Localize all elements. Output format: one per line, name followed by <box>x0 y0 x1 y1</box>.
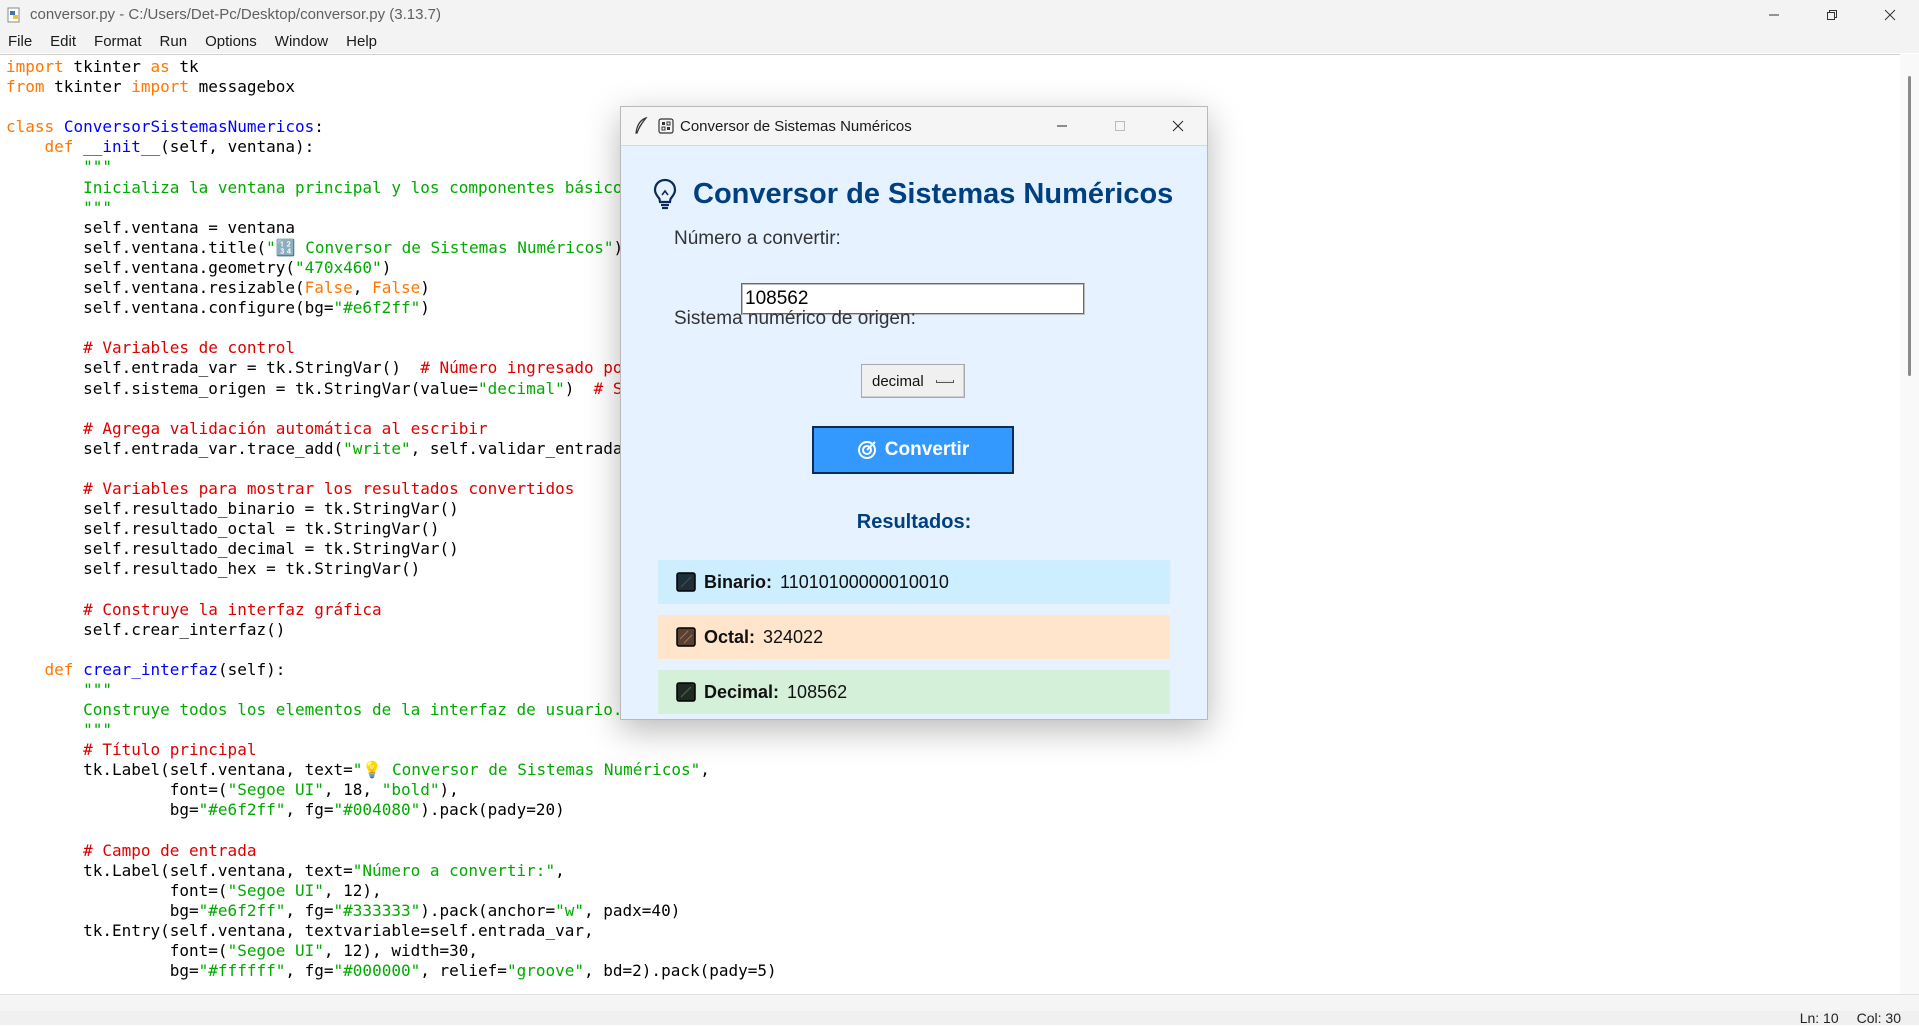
python-file-icon <box>7 7 20 22</box>
vertical-scrollbar[interactable] <box>1900 54 1919 994</box>
code-line[interactable]: from tkinter import messagebox <box>6 77 1900 97</box>
status-col: Col: 30 <box>1856 1010 1901 1026</box>
converter-window-title: Conversor de Sistemas Numéricos <box>680 117 912 135</box>
close-icon <box>1172 120 1184 132</box>
close-icon <box>1884 9 1896 20</box>
code-line[interactable]: tk.Label(self.ventana, text="Número a co… <box>6 861 1900 881</box>
result-octal-row: Octal: 324022 <box>658 615 1170 659</box>
menu-window[interactable]: Window <box>266 33 337 50</box>
scrollbar-thumb[interactable] <box>1908 76 1911 376</box>
code-line[interactable]: bg="#e6f2ff", fg="#004080").pack(pady=20… <box>6 800 1900 820</box>
menu-run[interactable]: Run <box>151 33 197 50</box>
code-line[interactable]: import tkinter as tk <box>6 57 1900 77</box>
code-line[interactable]: # Título principal <box>6 740 1900 760</box>
code-line[interactable] <box>6 821 1900 841</box>
abacus-icon <box>658 118 674 134</box>
minimize-button[interactable] <box>1745 0 1803 29</box>
converter-maximize-button <box>1091 107 1149 145</box>
result-decimal-value: 108562 <box>787 681 848 702</box>
lightbulb-icon <box>653 178 677 210</box>
code-line[interactable]: font=("Segoe UI", 18, "bold"), <box>6 780 1900 800</box>
status-bar: Ln: 10 Col: 30 <box>0 1010 1919 1026</box>
restore-icon <box>1827 9 1837 20</box>
binary-square-icon <box>676 572 696 592</box>
origin-system-select[interactable]: decimal <box>861 364 965 398</box>
menu-file[interactable]: File <box>0 33 41 50</box>
horizontal-scrollbar[interactable] <box>0 994 1919 1012</box>
option-indicator-icon <box>936 380 954 383</box>
code-line[interactable]: """ <box>6 720 1900 740</box>
menu-format[interactable]: Format <box>85 33 151 50</box>
result-decimal-row: Decimal: 108562 <box>658 670 1170 714</box>
origin-label: Sistema numérico de origen: <box>674 308 916 329</box>
code-line[interactable]: tk.Label(self.ventana, text="💡 Conversor… <box>6 760 1900 780</box>
feather-icon <box>635 117 648 134</box>
idle-titlebar[interactable]: conversor.py - C:/Users/Det-Pc/Desktop/c… <box>0 0 1919 29</box>
convert-button-label: Convertir <box>884 439 970 460</box>
code-line[interactable]: tk.Entry(self.ventana, textvariable=self… <box>6 921 1900 941</box>
result-octal-label: Octal: <box>704 626 756 647</box>
results-title: Resultados: <box>856 511 972 533</box>
maximize-icon <box>1115 121 1125 131</box>
close-button[interactable] <box>1861 0 1919 29</box>
code-line[interactable]: # Campo de entrada <box>6 841 1900 861</box>
code-line[interactable]: bg="#ffffff", fg="#000000", relief="groo… <box>6 961 1900 981</box>
target-icon <box>857 441 876 459</box>
converter-titlebar[interactable]: Conversor de Sistemas Numéricos <box>621 107 1207 146</box>
result-binary-label: Binario: <box>704 571 773 592</box>
convert-button[interactable]: Convertir <box>812 426 1014 474</box>
minimize-icon <box>1769 14 1779 15</box>
heading-text: Conversor de Sistemas Numéricos <box>693 177 1174 210</box>
converter-close-button[interactable] <box>1149 107 1207 145</box>
minimize-icon <box>1057 125 1067 127</box>
menu-options[interactable]: Options <box>196 33 266 50</box>
code-line[interactable]: font=("Segoe UI", 12), <box>6 881 1900 901</box>
code-line[interactable]: font=("Segoe UI", 12), width=30, <box>6 941 1900 961</box>
converter-window: Conversor de Sistemas Numéricos Converso… <box>620 106 1208 720</box>
decimal-square-icon <box>676 682 696 702</box>
converter-heading: Conversor de Sistemas Numéricos <box>651 177 1173 211</box>
code-line[interactable]: bg="#e6f2ff", fg="#333333").pack(anchor=… <box>6 901 1900 921</box>
idle-menubar: File Edit Format Run Options Window Help <box>0 29 1919 53</box>
menu-help[interactable]: Help <box>337 33 386 50</box>
result-binary-row: Binario: 11010100000010010 <box>658 560 1170 604</box>
converter-minimize-button[interactable] <box>1033 107 1091 145</box>
origin-system-value: decimal <box>872 372 924 390</box>
menu-edit[interactable]: Edit <box>41 33 85 50</box>
idle-window-title: conversor.py - C:/Users/Det-Pc/Desktop/c… <box>30 6 441 23</box>
result-octal-value: 324022 <box>763 626 824 647</box>
input-label: Número a convertir: <box>674 228 841 249</box>
status-line: Ln: 10 <box>1799 1010 1839 1026</box>
result-binary-value: 11010100000010010 <box>780 571 949 592</box>
result-decimal-label: Decimal: <box>704 681 780 702</box>
restore-button[interactable] <box>1803 0 1861 29</box>
octal-square-icon <box>676 627 696 647</box>
